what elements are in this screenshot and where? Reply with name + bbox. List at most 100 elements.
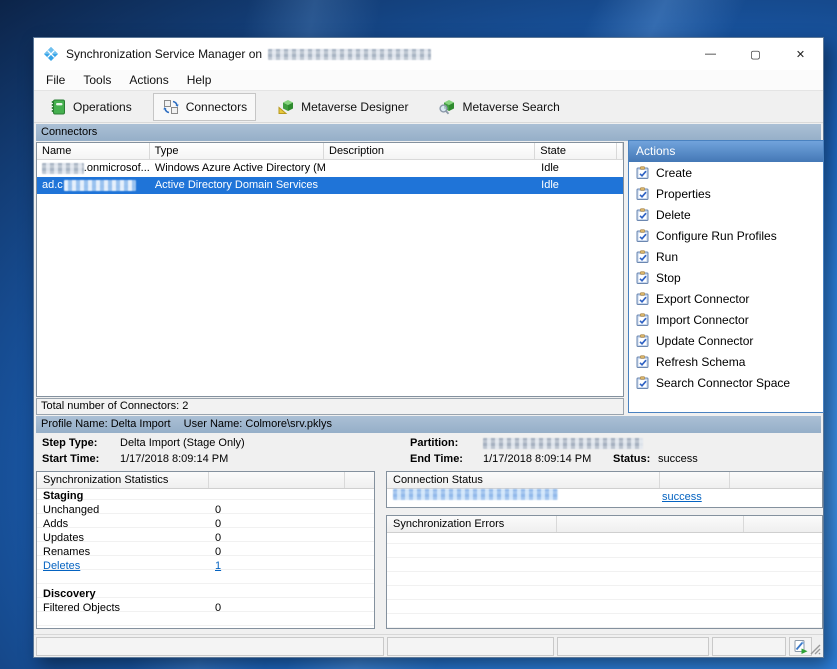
- action-import-connector[interactable]: Import Connector: [629, 309, 823, 330]
- column-header-filler: [617, 143, 623, 159]
- stat-row-deletes: Deletes 1: [37, 559, 374, 573]
- actions-panel: Actions Create Properties Delete Configu…: [628, 140, 824, 413]
- status-label: Status:: [613, 453, 650, 465]
- stat-row-filtered-objects: Filtered Objects0: [37, 601, 374, 615]
- connectors-section-bar: Connectors: [36, 124, 821, 141]
- close-button[interactable]: ✕: [778, 38, 823, 70]
- action-configure-run-profiles[interactable]: Configure Run Profiles: [629, 225, 823, 246]
- connector-state: Idle: [536, 177, 618, 194]
- action-run[interactable]: Run: [629, 246, 823, 267]
- connection-status-row: success: [387, 489, 822, 506]
- connector-description: [325, 177, 537, 194]
- status-value: success: [658, 453, 698, 465]
- action-properties[interactable]: Properties: [629, 183, 823, 204]
- clipboard-check-icon: [636, 187, 649, 200]
- action-create[interactable]: Create: [629, 162, 823, 183]
- stat-row-spacer: [37, 573, 374, 587]
- clipboard-check-icon: [636, 166, 649, 179]
- operations-icon: [49, 98, 67, 116]
- stat-row-updates: Updates0: [37, 531, 374, 545]
- clipboard-check-icon: [636, 334, 649, 347]
- action-label: Search Connector Space: [656, 376, 790, 390]
- redacted-connection-target: [393, 489, 558, 500]
- clipboard-check-icon: [636, 208, 649, 221]
- action-refresh-schema[interactable]: Refresh Schema: [629, 351, 823, 372]
- actions-panel-header: Actions: [629, 141, 823, 162]
- menu-file[interactable]: File: [37, 71, 74, 89]
- column-header-type[interactable]: Type: [150, 143, 324, 159]
- tab-connectors[interactable]: Connectors: [153, 93, 256, 121]
- toolbar: Operations Connectors: [34, 90, 823, 123]
- table-row-ad-connector[interactable]: ad.c Active Directory Domain Services Id…: [37, 177, 623, 194]
- total-connectors-bar: Total number of Connectors: 2: [36, 398, 624, 415]
- redacted-server-name: [268, 49, 431, 60]
- start-time-value: 1/17/2018 8:09:14 PM: [120, 453, 228, 465]
- clipboard-check-icon: [636, 250, 649, 263]
- connectors-table: Name Type Description State .onmicrosof.…: [36, 142, 624, 397]
- stat-row-unchanged: Unchanged0: [37, 503, 374, 517]
- run-details: Step Type: Delta Import (Stage Only) Sta…: [36, 434, 823, 470]
- status-segment-2: [387, 637, 554, 656]
- action-update-connector[interactable]: Update Connector: [629, 330, 823, 351]
- stat-row-renames: Renames0: [37, 545, 374, 559]
- stats-header-label: Synchronization Statistics: [37, 472, 209, 488]
- connector-name: ad.c: [42, 177, 63, 194]
- app-icon: [43, 46, 59, 62]
- column-header-state[interactable]: State: [535, 143, 617, 159]
- connection-status-header: Connection Status: [387, 472, 822, 489]
- action-label: Run: [656, 250, 678, 264]
- menu-tools[interactable]: Tools: [74, 71, 120, 89]
- action-label: Stop: [656, 271, 681, 285]
- sync-errors-panel: Synchronization Errors: [386, 515, 823, 629]
- tab-metaverse-search[interactable]: Metaverse Search: [429, 93, 568, 121]
- menu-help[interactable]: Help: [178, 71, 221, 89]
- sync-errors-header: Synchronization Errors: [387, 516, 822, 533]
- clipboard-check-icon: [636, 313, 649, 326]
- stat-row-adds: Adds0: [37, 517, 374, 531]
- deletes-link[interactable]: Deletes: [43, 560, 80, 572]
- connector-description: [325, 160, 537, 177]
- desktop-background: Synchronization Service Manager on — ▢ ✕…: [0, 0, 837, 669]
- metaverse-search-icon: [438, 98, 456, 116]
- connector-name: .onmicrosof...: [84, 160, 150, 177]
- column-header-name[interactable]: Name: [37, 143, 150, 159]
- action-export-connector[interactable]: Export Connector: [629, 288, 823, 309]
- connector-state: Idle: [536, 160, 618, 177]
- action-label: Delete: [656, 208, 691, 222]
- resize-grip[interactable]: [809, 643, 821, 655]
- deletes-count-link[interactable]: 1: [215, 560, 221, 572]
- action-label: Export Connector: [656, 292, 749, 306]
- sync-service-manager-window: Synchronization Service Manager on — ▢ ✕…: [33, 37, 824, 658]
- clipboard-check-icon: [636, 271, 649, 284]
- action-label: Properties: [656, 187, 711, 201]
- connection-status-panel: Connection Status success: [386, 471, 823, 508]
- stat-row-staging: Staging: [37, 489, 374, 503]
- profile-bar: Profile Name: Delta Import User Name: Co…: [36, 416, 821, 433]
- step-type-label: Step Type:: [42, 437, 97, 449]
- minimize-button[interactable]: —: [688, 38, 733, 70]
- tab-metaverse-designer[interactable]: Metaverse Designer: [268, 93, 417, 121]
- menu-actions[interactable]: Actions: [120, 71, 177, 89]
- redacted-domain-name: [64, 180, 136, 191]
- table-row-azure-connector[interactable]: .onmicrosof... Windows Azure Active Dire…: [37, 160, 623, 177]
- action-label: Configure Run Profiles: [656, 229, 777, 243]
- stat-row-discovery: Discovery: [37, 587, 374, 601]
- connectors-icon: [162, 98, 180, 116]
- connection-success-link[interactable]: success: [662, 491, 702, 503]
- action-label: Update Connector: [656, 334, 753, 348]
- title-bar: Synchronization Service Manager on — ▢ ✕: [34, 38, 823, 70]
- connectors-table-header: Name Type Description State: [37, 143, 623, 160]
- clipboard-check-icon: [636, 355, 649, 368]
- redacted-tenant-name: [42, 163, 84, 174]
- maximize-button[interactable]: ▢: [733, 38, 778, 70]
- tab-operations[interactable]: Operations: [40, 93, 141, 121]
- action-search-connector-space[interactable]: Search Connector Space: [629, 372, 823, 393]
- action-stop[interactable]: Stop: [629, 267, 823, 288]
- step-type-value: Delta Import (Stage Only): [120, 437, 245, 449]
- column-header-description[interactable]: Description: [324, 143, 535, 159]
- menu-bar: File Tools Actions Help: [34, 70, 823, 90]
- action-delete[interactable]: Delete: [629, 204, 823, 225]
- sync-statistics-header: Synchronization Statistics: [37, 472, 374, 489]
- partition-label: Partition:: [410, 437, 458, 449]
- tab-operations-label: Operations: [73, 100, 132, 114]
